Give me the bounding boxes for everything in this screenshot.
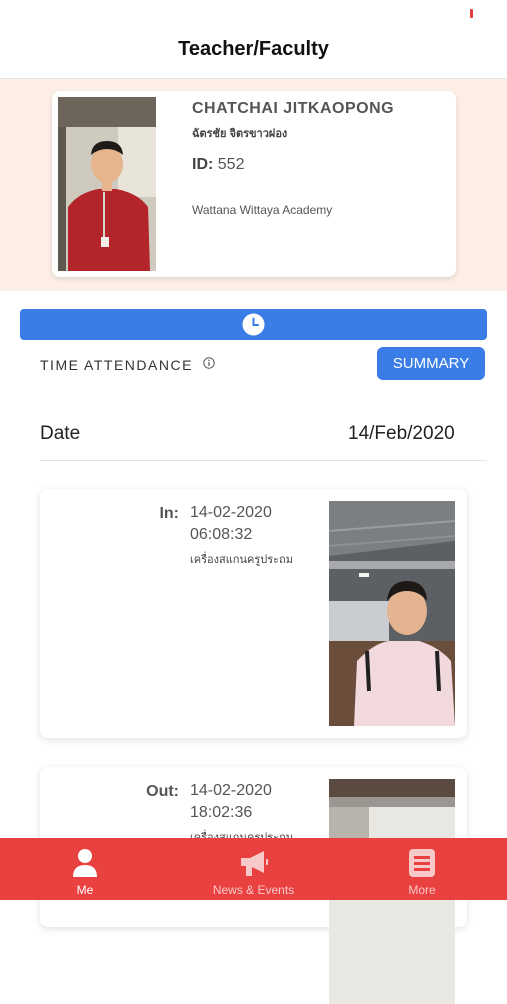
tab-me[interactable]: Me <box>40 838 130 900</box>
page-title: Teacher/Faculty <box>178 38 329 60</box>
attendance-type: In: <box>159 505 179 522</box>
battery-indicator <box>470 9 473 18</box>
tab-label: News & Events <box>212 883 295 897</box>
person-icon <box>73 849 97 877</box>
attendance-date: 14-02-2020 <box>190 782 272 799</box>
profile-card: CHATCHAI JITKAOPONG ฉัตรชัย จิตรขาวผ่อง … <box>52 91 456 277</box>
id-label: ID: <box>192 156 214 173</box>
date-divider <box>40 460 487 461</box>
tab-more[interactable]: More <box>380 838 464 900</box>
id-value: 552 <box>217 156 245 173</box>
attendance-time: 06:08:32 <box>190 526 253 543</box>
date-value[interactable]: 14/Feb/2020 <box>348 423 455 445</box>
profile-name: CHATCHAI JITKAOPONG <box>192 100 395 117</box>
attendance-date: 14-02-2020 <box>190 504 272 521</box>
summary-button[interactable]: SUMMARY <box>377 347 485 380</box>
time-attendance-title: TIME ATTENDANCE <box>40 357 193 373</box>
attendance-photo[interactable] <box>329 501 455 726</box>
tab-label: More <box>408 883 436 897</box>
attendance-device: เครื่องสแกนครูประถม <box>190 554 293 566</box>
tab-bar: Me News & Events More <box>0 838 507 900</box>
attendance-card-in[interactable]: In: 14-02-2020 06:08:32 เครื่องสแกนครูปร… <box>40 489 467 738</box>
tab-news-events[interactable]: News & Events <box>200 838 307 900</box>
date-label: Date <box>40 423 81 444</box>
attendance-time: 18:02:36 <box>190 804 253 821</box>
tab-label: Me <box>76 883 94 897</box>
profile-school: Wattana Wittaya Academy <box>192 203 333 217</box>
profile-id: ID: 552 <box>192 156 244 174</box>
profile-name-thai: ฉัตรชัย จิตรขาวผ่อง <box>192 128 288 140</box>
attendance-type: Out: <box>146 783 179 800</box>
profile-photo <box>58 97 156 271</box>
megaphone-icon <box>241 851 268 876</box>
info-icon[interactable] <box>203 357 215 369</box>
list-icon <box>409 849 435 877</box>
clock-icon <box>242 313 265 336</box>
